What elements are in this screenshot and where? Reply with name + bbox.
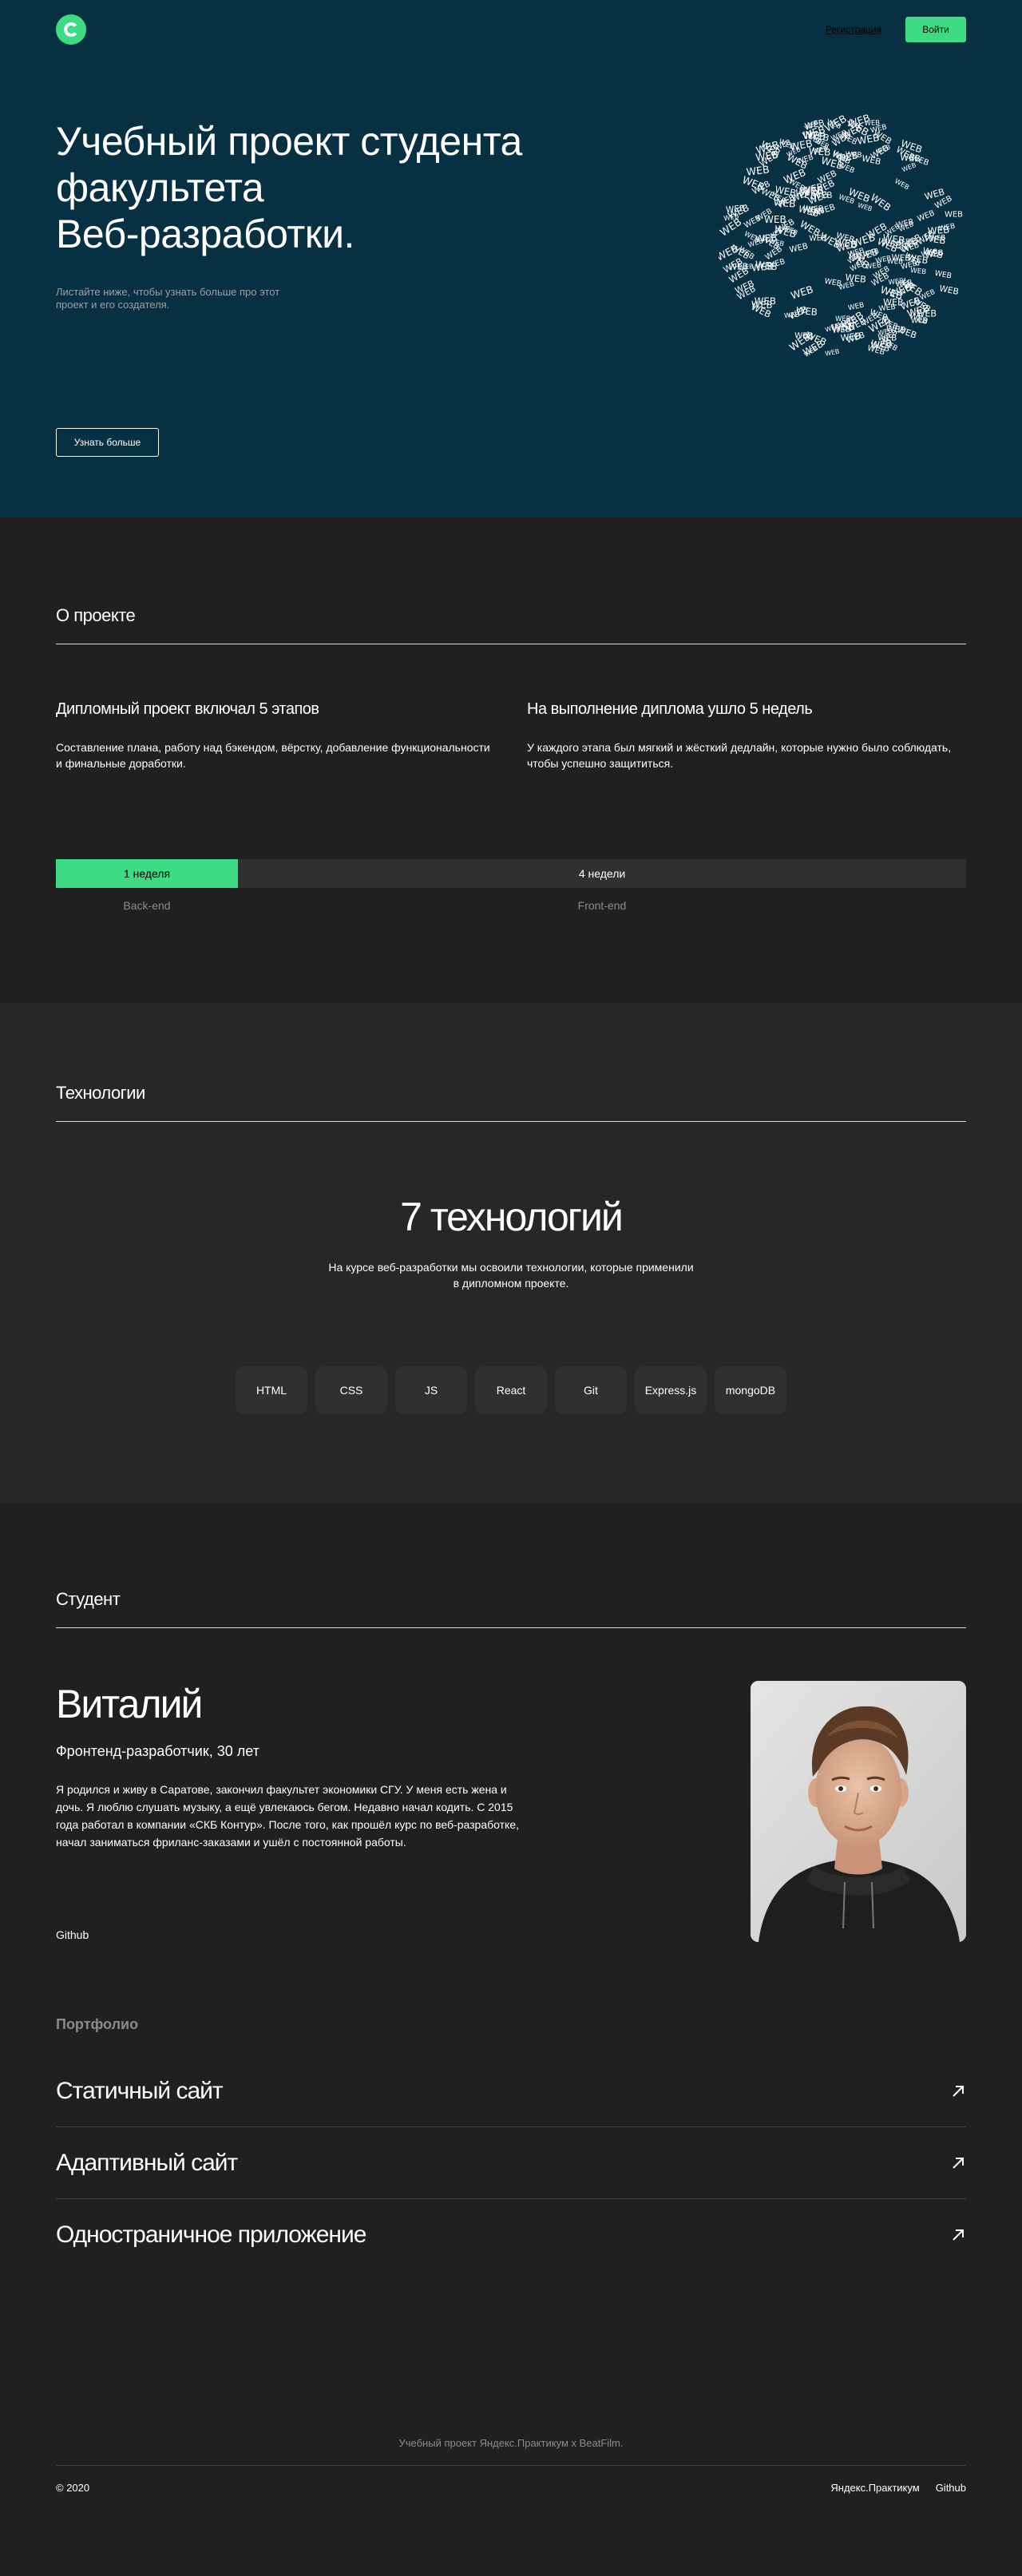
login-button[interactable]: Войти [905, 17, 966, 42]
tech-item: Express.js [635, 1366, 707, 1414]
footer-link-practicum[interactable]: Яндекс.Практикум [830, 2482, 919, 2494]
web-word: WEB [911, 317, 928, 325]
web-word: WEB [824, 277, 842, 289]
portfolio-item-label: Одностраничное приложение [56, 2221, 366, 2248]
web-word: WEB [945, 210, 963, 219]
web-word: WEB [934, 269, 953, 281]
about-column-text: У каждого этапа был мягкий и жёсткий дед… [527, 741, 952, 770]
footer-link-github[interactable]: Github [936, 2482, 966, 2494]
header-auth: Регистрация Войти [826, 17, 966, 42]
web-word: WEB [837, 161, 856, 176]
hero-title-line: Веб-разработки. [56, 212, 355, 256]
about-columns: Дипломный проект включал 5 этапов Состав… [56, 700, 966, 771]
web-word: WEB [845, 151, 862, 160]
techs-headline: 7 технологий [400, 1195, 624, 1239]
tech-item: JS [395, 1366, 467, 1414]
timeline: 1 неделя Back-end 4 недели Front-end [56, 859, 966, 912]
header: Регистрация Войти [56, 14, 966, 45]
student-portrait-image [751, 1681, 966, 1942]
portfolio-item-label: Статичный сайт [56, 2077, 224, 2104]
timeline-frontend-bar: 4 недели [238, 859, 966, 888]
logo-c-icon [64, 22, 77, 37]
footer: Учебный проект Яндекс.Практикум х BeatFi… [0, 2437, 1022, 2576]
hero-title-line: Учебный проект студента [56, 119, 522, 164]
arrow-up-right-icon [953, 2085, 964, 2097]
tech-item: CSS [315, 1366, 387, 1414]
portfolio-item-adaptive[interactable]: Адаптивный сайт [56, 2127, 966, 2199]
tech-item: HTML [236, 1366, 307, 1414]
arrow-up-right-icon [953, 2229, 964, 2241]
hero-title: Учебный проект студента факультета Веб-р… [56, 118, 615, 257]
techs-text: На курсе веб-разработки мы освоили техно… [328, 1261, 694, 1290]
about-column-title: Дипломный проект включал 5 этапов [56, 700, 319, 718]
portfolio-item-spa[interactable]: Одностраничное приложение [56, 2199, 966, 2271]
timeline-frontend-label: Front-end [577, 899, 627, 912]
student-info: Виталий Фронтенд-разработчик, 30 лет Я р… [56, 1681, 966, 1944]
web-word: WEB [883, 297, 904, 307]
timeline-backend-bar: 1 неделя [56, 859, 238, 888]
web-word: WEB [764, 214, 786, 225]
timeline-backend: 1 неделя Back-end [56, 859, 238, 912]
about-me-section: Студент Виталий Фронтенд-разработчик, 30… [0, 1503, 1022, 2437]
web-word: WEB [825, 348, 840, 358]
web-word: WEB [869, 192, 893, 213]
web-word: WEB [795, 304, 818, 318]
web-word: WEB [789, 283, 814, 301]
promo-section: Регистрация Войти Учебный проект студент… [0, 0, 1022, 517]
hero-subtitle: Листайте ниже, чтобы узнать больше про э… [56, 286, 280, 311]
about-column: На выполнение диплома ушло 5 недель У ка… [527, 700, 966, 771]
web-word: WEB [864, 119, 880, 128]
student-section-title: Студент [56, 1589, 966, 1628]
web-word: WEB [800, 185, 824, 198]
web-word: WEB [893, 176, 911, 191]
web-word: WEB [910, 267, 927, 276]
about-project-section: О проекте Дипломный проект включал 5 эта… [0, 517, 1022, 1003]
about-column-text: Составление плана, работу над бэкендом, … [56, 741, 490, 770]
portfolio-item-static[interactable]: Статичный сайт [56, 2055, 966, 2127]
about-column-title: На выполнение диплома ушло 5 недель [527, 700, 813, 718]
web-globe-illustration: WEBWEBWEBWEBWEBWEBWEBWEBWEBWEBWEBWEBWEBW… [719, 112, 963, 358]
tech-item: React [475, 1366, 547, 1414]
techs-section: Технологии 7 технологий На курсе веб-раз… [0, 1003, 1022, 1503]
tech-item: Git [555, 1366, 627, 1414]
logo[interactable] [56, 14, 86, 45]
footer-links: Яндекс.Практикум Github [830, 2482, 966, 2494]
student-bio: Я родился и живу в Саратове, закончил фа… [56, 1783, 519, 1849]
footer-project-text: Учебный проект Яндекс.Практикум х BeatFi… [56, 2437, 966, 2466]
student-photo [751, 1681, 966, 1942]
tech-item: mongoDB [715, 1366, 786, 1414]
arrow-up-right-icon [953, 2157, 964, 2169]
about-title: О проекте [56, 605, 966, 644]
student-github-link[interactable]: Github [56, 1928, 89, 1941]
hero-title-line: факультета [56, 165, 264, 210]
techs-title: Технологии [56, 1083, 966, 1122]
techs-list: HTML CSS JS React Git Express.js mongoDB [56, 1366, 966, 1414]
web-word: WEB [916, 208, 936, 224]
register-link[interactable]: Регистрация [826, 24, 881, 35]
web-word: WEB [924, 232, 947, 247]
footer-bottom: © 2020 Яндекс.Практикум Github [56, 2482, 966, 2494]
timeline-frontend: 4 недели Front-end [238, 859, 966, 912]
portfolio-item-label: Адаптивный сайт [56, 2149, 238, 2176]
web-word: WEB [938, 283, 960, 296]
portfolio-title: Портфолио [56, 2016, 139, 2032]
web-word: WEB [831, 321, 856, 335]
web-word: WEB [719, 216, 743, 239]
footer-copyright: © 2020 [56, 2482, 90, 2494]
about-column: Дипломный проект включал 5 этапов Состав… [56, 700, 495, 771]
learn-more-button[interactable]: Узнать больше [56, 428, 159, 457]
timeline-backend-label: Back-end [123, 899, 171, 912]
web-word: WEB [788, 241, 809, 255]
web-word: WEB [887, 258, 903, 266]
portfolio-list: Статичный сайт Адаптивный сайт Одностран… [56, 2055, 966, 2271]
